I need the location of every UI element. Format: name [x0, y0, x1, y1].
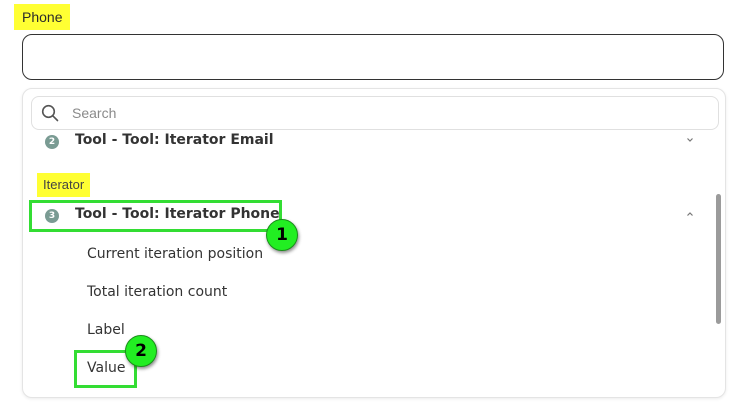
section-label-iterator: Iterator: [37, 173, 91, 197]
group-title: Tool - Tool: Iterator Phone: [75, 206, 280, 222]
page-root: Phone 2 Tool - Tool: Iterator Email Iter…: [0, 0, 746, 405]
sub-item-value[interactable]: Value: [87, 360, 125, 376]
sub-item-total-iteration-count[interactable]: Total iteration count: [87, 284, 227, 300]
variable-picker-dropdown: 2 Tool - Tool: Iterator Email Iterator 3…: [22, 88, 726, 398]
phone-input[interactable]: [22, 34, 724, 80]
step-badge: 3: [45, 209, 59, 223]
group-row-iterator-phone[interactable]: 3 Tool - Tool: Iterator Phone: [23, 203, 713, 229]
search-icon: [41, 104, 59, 122]
group-title: Tool - Tool: Iterator Email: [75, 132, 274, 148]
sub-item-current-iteration-position[interactable]: Current iteration position: [87, 246, 263, 262]
phone-field-label: Phone: [14, 4, 71, 30]
chevron-down-icon[interactable]: [685, 133, 695, 147]
sub-item-label[interactable]: Label: [87, 322, 125, 338]
group-row-iterator-email[interactable]: 2 Tool - Tool: Iterator Email: [23, 129, 713, 155]
search-input[interactable]: [72, 103, 692, 123]
search-box[interactable]: [31, 96, 719, 130]
step-badge: 2: [45, 135, 59, 149]
chevron-up-icon[interactable]: [685, 207, 695, 221]
scrollbar[interactable]: [716, 194, 721, 324]
